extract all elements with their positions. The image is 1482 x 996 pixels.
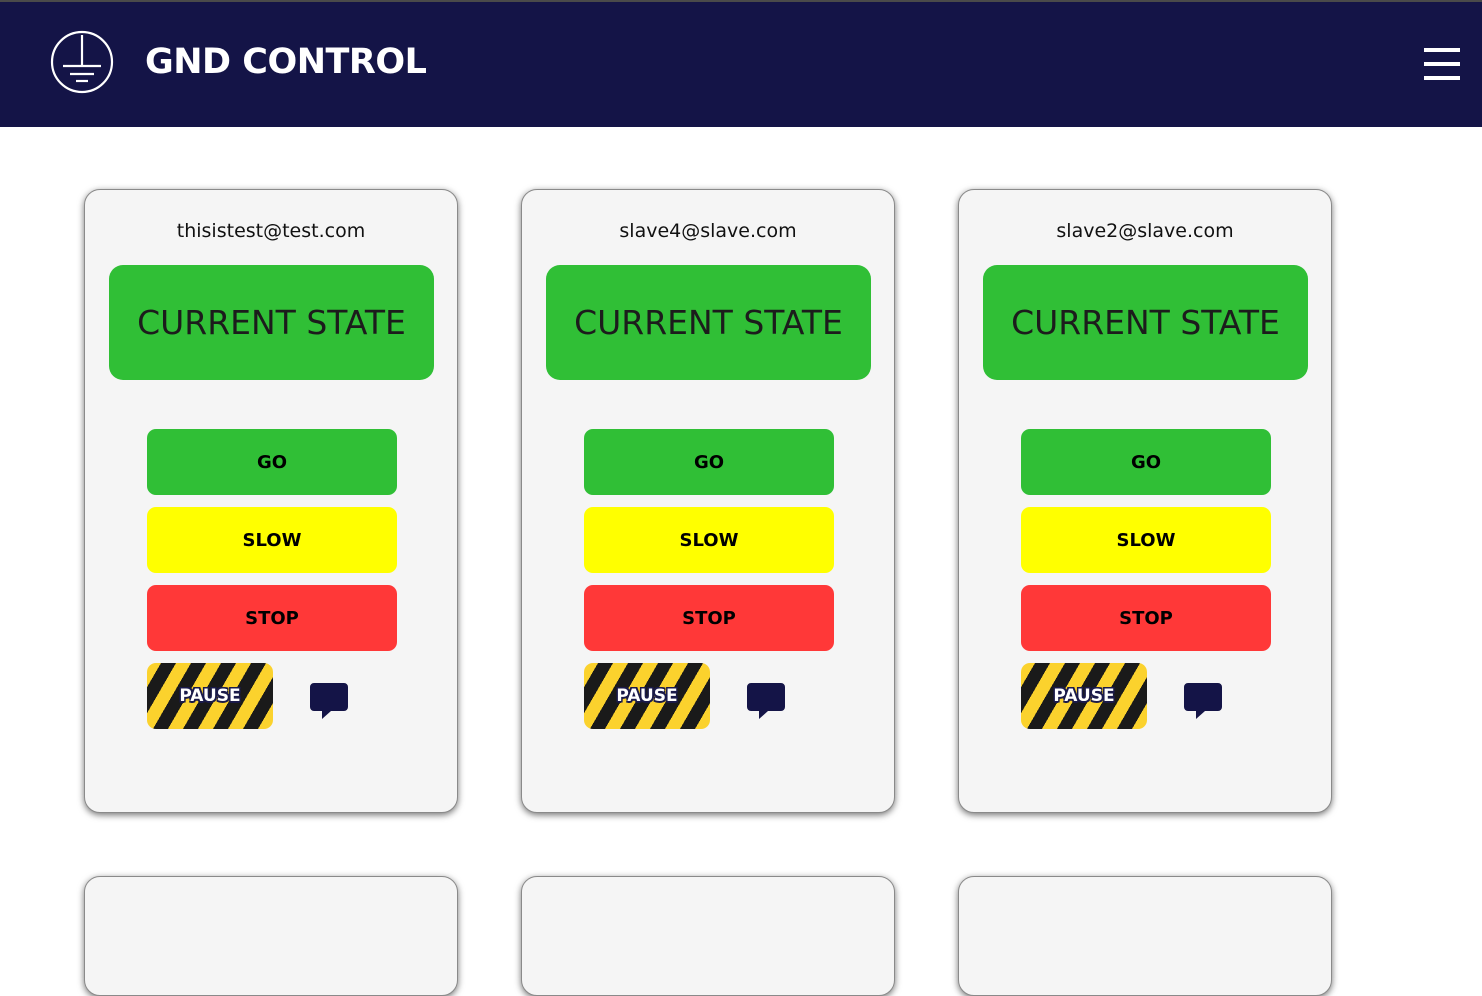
stop-button[interactable]: STOP: [584, 585, 834, 651]
device-email: slave4@slave.com: [619, 220, 797, 242]
pause-label: PAUSE: [179, 686, 241, 706]
slow-button[interactable]: SLOW: [1021, 507, 1271, 573]
slow-button[interactable]: SLOW: [584, 507, 834, 573]
chat-bubble-icon[interactable]: [309, 681, 349, 723]
device-card: slave2@slave.com CURRENT STATE GO SLOW S…: [958, 189, 1332, 813]
pause-label: PAUSE: [616, 686, 678, 706]
current-state-indicator: CURRENT STATE: [546, 265, 871, 380]
slow-button[interactable]: SLOW: [147, 507, 397, 573]
app-title[interactable]: GND CONTROL: [145, 42, 427, 82]
current-state-indicator: CURRENT STATE: [983, 265, 1308, 380]
pause-button[interactable]: PAUSE: [584, 663, 710, 729]
device-card-partial: [521, 876, 895, 996]
stop-button[interactable]: STOP: [147, 585, 397, 651]
go-button[interactable]: GO: [147, 429, 397, 495]
navbar: GND CONTROL: [0, 2, 1482, 127]
device-card-partial: [958, 876, 1332, 996]
go-button[interactable]: GO: [1021, 429, 1271, 495]
go-button[interactable]: GO: [584, 429, 834, 495]
device-card: slave4@slave.com CURRENT STATE GO SLOW S…: [521, 189, 895, 813]
device-email: thisistest@test.com: [176, 220, 366, 242]
chat-bubble-icon[interactable]: [746, 681, 786, 723]
device-email: slave2@slave.com: [1056, 220, 1234, 242]
hamburger-menu-icon[interactable]: [1424, 48, 1462, 82]
ground-symbol-icon[interactable]: [50, 30, 114, 94]
device-card-partial: [84, 876, 458, 996]
stop-button[interactable]: STOP: [1021, 585, 1271, 651]
chat-bubble-icon[interactable]: [1183, 681, 1223, 723]
device-card: thisistest@test.com CURRENT STATE GO SLO…: [84, 189, 458, 813]
current-state-indicator: CURRENT STATE: [109, 265, 434, 380]
pause-button[interactable]: PAUSE: [147, 663, 273, 729]
pause-label: PAUSE: [1053, 686, 1115, 706]
pause-button[interactable]: PAUSE: [1021, 663, 1147, 729]
